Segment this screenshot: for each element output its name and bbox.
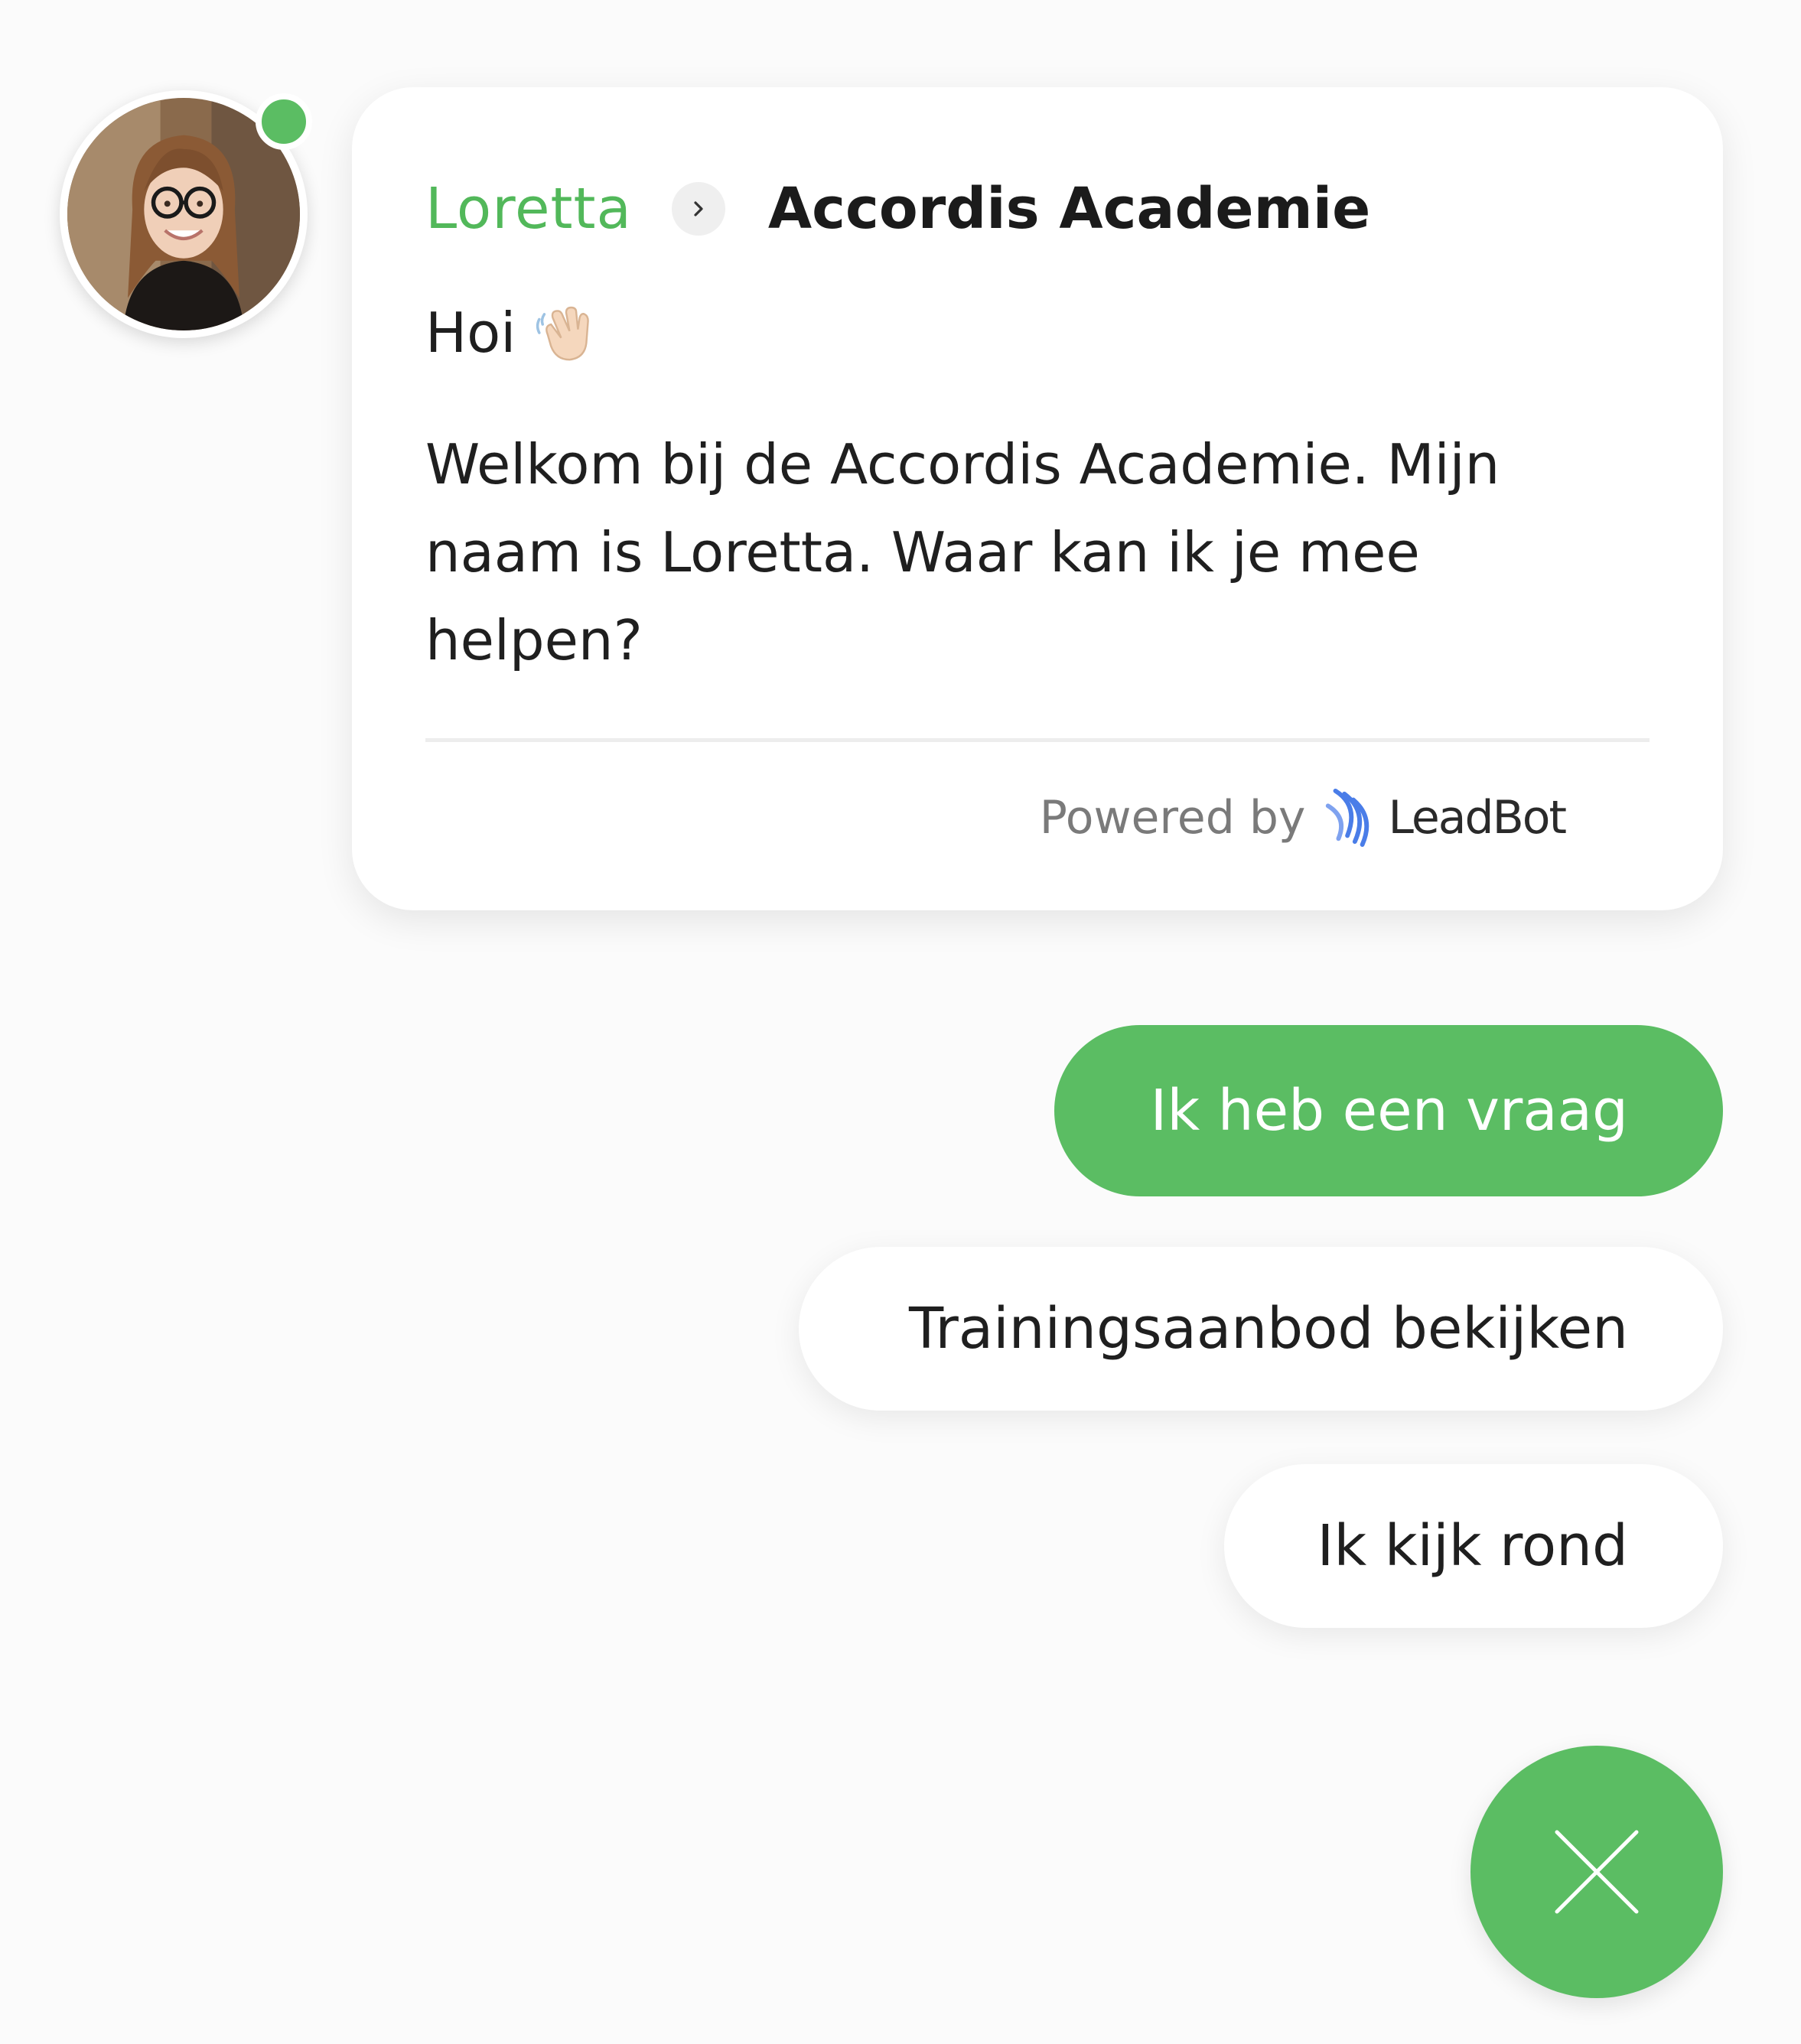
quick-reply-browse-button[interactable]: Ik kijk rond bbox=[1224, 1464, 1723, 1628]
quick-reply-training-button[interactable]: Trainingsaanbod bekijken bbox=[799, 1247, 1723, 1411]
quick-reply-question-button[interactable]: Ik heb een vraag bbox=[1054, 1025, 1723, 1196]
quick-reply-label: Ik heb een vraag bbox=[1150, 1078, 1628, 1144]
online-status-indicator bbox=[256, 93, 312, 150]
chevron-right-icon bbox=[671, 182, 725, 236]
leadbot-logo-icon bbox=[1326, 788, 1369, 848]
close-icon bbox=[1555, 1830, 1639, 1914]
company-name: Accordis Academie bbox=[767, 176, 1371, 242]
quick-reply-label: Ik kijk rond bbox=[1317, 1513, 1629, 1579]
powered-by[interactable]: Powered by LeadBot bbox=[425, 785, 1567, 851]
agent-avatar bbox=[60, 90, 312, 338]
close-chat-button[interactable] bbox=[1470, 1746, 1723, 1998]
greeting: Hoi bbox=[425, 291, 1650, 375]
quick-reply-label: Trainingsaanbod bekijken bbox=[909, 1296, 1628, 1362]
leadbot-brand: LeadBot bbox=[1388, 791, 1567, 845]
message-body: Welkom bij de Accordis Academie. Mijn na… bbox=[425, 432, 1500, 672]
welcome-message-card: Loretta Accordis Academie Hoi Welkom bij… bbox=[352, 87, 1723, 910]
agent-name: Loretta bbox=[425, 176, 632, 242]
powered-by-label: Powered by bbox=[1039, 791, 1306, 845]
divider bbox=[425, 738, 1650, 742]
greeting-text: Hoi bbox=[425, 301, 516, 365]
message-header: Loretta Accordis Academie bbox=[425, 167, 1650, 251]
waving-hand-icon bbox=[536, 306, 590, 361]
